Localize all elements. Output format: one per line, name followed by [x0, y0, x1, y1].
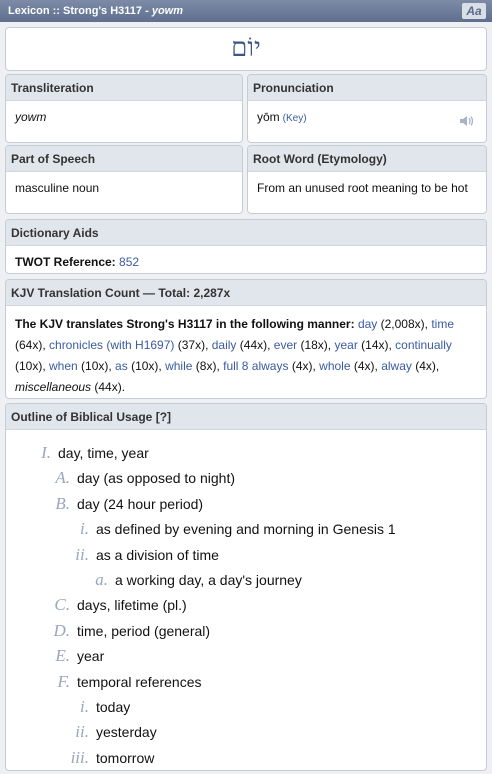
kjv-word-count: (4x),	[350, 359, 382, 373]
dictionary-aids-header: Dictionary Aids	[6, 220, 486, 246]
kjv-word-link[interactable]: as	[115, 359, 128, 373]
pronunciation-body: yōm (Key)	[248, 101, 486, 135]
outline-text: yesterday	[96, 724, 157, 741]
part-of-speech-panel: Part of Speech masculine noun	[5, 145, 243, 214]
outline-text: days, lifetime (pl.)	[77, 597, 187, 614]
outline-panel: Outline of Biblical Usage [?] I. day, tim…	[5, 403, 487, 771]
font-size-button[interactable]: Aa	[462, 3, 486, 19]
kjv-word-link[interactable]: time	[431, 317, 454, 331]
outline-marker: I.	[41, 443, 51, 462]
kjv-word-count: (10x),	[77, 359, 116, 373]
outline-text: day (24 hour period)	[77, 495, 204, 512]
outline-marker: B.	[55, 493, 70, 513]
dictionary-aids-body: TWOT Reference: 852	[6, 246, 486, 273]
outline-text: today	[96, 699, 131, 715]
outline-marker: D.	[53, 620, 70, 640]
kjv-count-panel: KJV Translation Count — Total: 2,287x Th…	[5, 279, 487, 399]
outline-marker: a.	[95, 570, 108, 589]
outline-marker: ii.	[75, 544, 89, 564]
outline-text: a working day, a day's journey	[115, 572, 302, 588]
kjv-word-count: (4x),	[411, 359, 440, 373]
kjv-intro: The KJV translates Strong's H3117 in the…	[15, 317, 355, 331]
kjv-word-link[interactable]: continually	[395, 338, 452, 352]
pronunciation-key-link[interactable]: (Key)	[283, 113, 307, 124]
twot-label: TWOT Reference:	[15, 255, 116, 269]
kjv-word-link[interactable]: when	[49, 359, 78, 373]
kjv-word-count: (10x),	[127, 359, 166, 373]
outline-marker: iii.	[70, 747, 89, 767]
speaker-icon[interactable]	[458, 114, 476, 128]
hebrew-word: יוֹם	[231, 33, 261, 63]
outline-text: day, time, year	[58, 445, 149, 461]
pronunciation-header: Pronunciation	[248, 75, 486, 101]
outline-text: day (as opposed to night)	[77, 470, 235, 487]
hebrew-word-panel: יוֹם	[5, 27, 487, 71]
root-word-panel: Root Word (Etymology) From an unused roo…	[247, 145, 487, 214]
kjv-word-count: (14x),	[357, 338, 396, 352]
transliteration-header: Transliteration	[6, 75, 242, 101]
pronunciation-value: yōm	[257, 110, 280, 124]
kjv-word-count: (18x),	[297, 338, 335, 352]
outline-text: tomorrow	[96, 749, 155, 766]
outline-marker: C.	[54, 595, 70, 615]
kjv-misc: miscellaneous	[15, 380, 92, 394]
outline-marker: E.	[55, 646, 70, 666]
transliteration-value: yowm	[15, 110, 47, 124]
kjv-word-link[interactable]: ever	[274, 338, 297, 352]
twot-link[interactable]: 852	[119, 255, 139, 269]
kjv-translation-list: The KJV translates Strong's H3117 in the…	[6, 306, 486, 398]
kjv-word-count: (37x),	[174, 338, 212, 352]
kjv-word-link[interactable]: daily	[212, 338, 237, 352]
transliteration-panel: Transliteration yowm	[5, 74, 243, 143]
outline-marker: F.	[57, 671, 70, 691]
part-of-speech-value: masculine noun	[15, 181, 100, 195]
kjv-word-link[interactable]: while	[165, 359, 192, 373]
kjv-word-link[interactable]: year	[334, 338, 357, 352]
outline-marker: i.	[80, 697, 89, 716]
kjv-word-link[interactable]: chronicles (with H1697)	[49, 338, 174, 352]
outline-marker: A.	[55, 468, 70, 488]
title-word: yowm	[151, 5, 184, 17]
window-titlebar: Lexicon :: Strong's H3117 - yowm Aa	[0, 0, 492, 22]
kjv-word-count: (8x),	[192, 359, 224, 373]
kjv-word-link[interactable]: day	[358, 317, 377, 331]
part-of-speech-header: Part of Speech	[6, 146, 242, 172]
kjv-word-count: (10x),	[15, 359, 50, 373]
outline-marker: i.	[80, 519, 89, 539]
pronunciation-panel: Pronunciation yōm (Key)	[247, 74, 487, 143]
outline-header: Outline of Biblical Usage [?]	[6, 404, 486, 430]
kjv-word-count: (64x),	[15, 338, 50, 352]
outline-text: time, period (general)	[77, 622, 211, 639]
kjv-word-count: (44x),	[236, 338, 274, 352]
kjv-word-link[interactable]: whole	[319, 359, 350, 373]
outline-text: temporal references	[77, 673, 202, 690]
kjv-word-link[interactable]: alway	[381, 359, 412, 373]
outline-text: year	[77, 648, 105, 665]
outline-text: as defined by evening and morning in Gen…	[96, 521, 396, 538]
root-word-header: Root Word (Etymology)	[248, 146, 486, 172]
outline-marker: ii.	[75, 722, 89, 742]
kjv-count-header: KJV Translation Count — Total: 2,287x	[6, 280, 486, 306]
title-prefix: Lexicon :: Strong's H3117 -	[8, 5, 152, 17]
kjv-word-count: (2,008x),	[377, 317, 432, 331]
dictionary-aids-panel: Dictionary Aids TWOT Reference: 852	[5, 219, 487, 274]
outline-text: as a division of time	[96, 546, 219, 563]
kjv-word-count: (4x),	[288, 359, 320, 373]
kjv-word-link[interactable]: full 8 always	[223, 359, 288, 373]
kjv-misc-count: (44x).	[91, 380, 126, 394]
root-word-value: From an unused root meaning to be hot	[257, 181, 468, 195]
